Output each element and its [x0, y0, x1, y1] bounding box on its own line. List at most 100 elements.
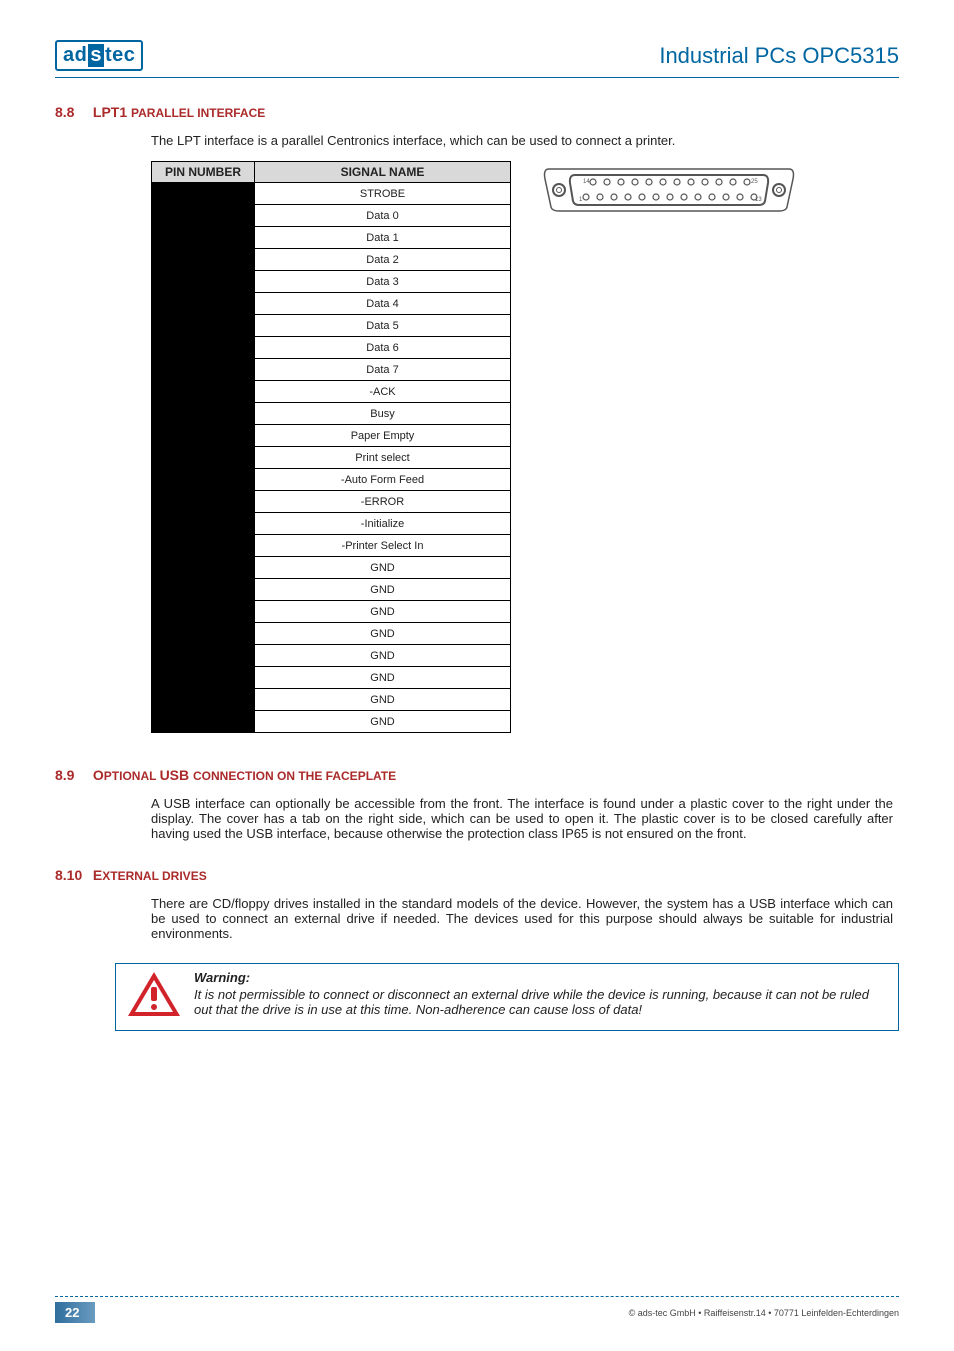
footer: 22 © ads-tec GmbH • Raiffeisenstr.14 • 7…	[55, 1302, 899, 1323]
section-number: 8.8	[55, 104, 89, 120]
table-row: Data 4	[152, 293, 511, 315]
warning-body: It is not permissible to connect or disc…	[194, 987, 886, 1017]
table-row: -Printer Select In	[152, 535, 511, 557]
pin-number-cell	[152, 403, 255, 425]
pin-number-cell	[152, 491, 255, 513]
dsub25-connector-diagram: 14 25 1 13	[539, 161, 799, 218]
pin-number-cell	[152, 513, 255, 535]
signal-name-cell: Paper Empty	[255, 425, 511, 447]
pin-number-cell	[152, 447, 255, 469]
document-title: Industrial PCs OPC5315	[659, 43, 899, 69]
logo-seg-2: s	[88, 44, 104, 67]
pin-number-cell	[152, 667, 255, 689]
pin-number-cell	[152, 689, 255, 711]
label-13: 13	[755, 197, 762, 203]
warning-box: Warning: It is not permissible to connec…	[115, 963, 899, 1031]
table-row: Data 5	[152, 315, 511, 337]
table-row: GND	[152, 557, 511, 579]
signal-name-cell: GND	[255, 667, 511, 689]
pin-number-cell	[152, 359, 255, 381]
t2: PTIONAL	[104, 769, 160, 783]
signal-name-cell: Data 3	[255, 271, 511, 293]
signal-name-cell: GND	[255, 711, 511, 733]
section-title-strong: LPT1	[93, 104, 131, 120]
pin-number-cell	[152, 315, 255, 337]
table-row: Data 1	[152, 227, 511, 249]
signal-name-cell: GND	[255, 601, 511, 623]
pin-number-cell	[152, 249, 255, 271]
signal-name-cell: GND	[255, 645, 511, 667]
table-row: Data 7	[152, 359, 511, 381]
signal-name-cell: -Auto Form Feed	[255, 469, 511, 491]
signal-name-cell: GND	[255, 623, 511, 645]
pin-number-cell	[152, 557, 255, 579]
signal-name-cell: Busy	[255, 403, 511, 425]
pin-number-cell	[152, 623, 255, 645]
table-row: Paper Empty	[152, 425, 511, 447]
signal-name-cell: Data 5	[255, 315, 511, 337]
signal-name-cell: GND	[255, 557, 511, 579]
table-row: Data 6	[152, 337, 511, 359]
page-number: 22	[55, 1302, 95, 1323]
pin-number-cell	[152, 645, 255, 667]
signal-name-cell: Data 7	[255, 359, 511, 381]
table-row: GND	[152, 689, 511, 711]
t2: XTERNAL DRIVES	[102, 869, 206, 883]
logo-seg-1: ad	[63, 44, 87, 67]
t4: CONNECTION ON THE FACEPLATE	[193, 769, 396, 783]
table-row: GND	[152, 667, 511, 689]
table-row: -ACK	[152, 381, 511, 403]
footer-copyright: © ads-tec GmbH • Raiffeisenstr.14 • 7077…	[629, 1308, 899, 1318]
table-row: GND	[152, 623, 511, 645]
label-25: 25	[751, 179, 758, 185]
table-row: GND	[152, 645, 511, 667]
header-row: adstec Industrial PCs OPC5315	[55, 40, 899, 71]
signal-name-cell: Data 0	[255, 205, 511, 227]
signal-name-cell: Print select	[255, 447, 511, 469]
table-row: Busy	[152, 403, 511, 425]
pin-table: PIN NUMBER SIGNAL NAME STROBEData 0Data …	[151, 161, 511, 733]
table-row: -Initialize	[152, 513, 511, 535]
pin-number-cell	[152, 271, 255, 293]
warning-icon	[126, 970, 182, 1020]
signal-name-cell: GND	[255, 689, 511, 711]
table-row: GND	[152, 711, 511, 733]
pin-number-cell	[152, 425, 255, 447]
section-8-9-body: A USB interface can optionally be access…	[151, 796, 893, 841]
signal-name-cell: STROBE	[255, 183, 511, 205]
t3: USB	[160, 767, 193, 783]
table-row: GND	[152, 579, 511, 601]
pin-number-cell	[152, 183, 255, 205]
table-row: Data 0	[152, 205, 511, 227]
table-row: Data 3	[152, 271, 511, 293]
section-8-8-intro: The LPT interface is a parallel Centroni…	[151, 133, 893, 148]
warning-text: Warning: It is not permissible to connec…	[194, 970, 886, 1020]
logo-seg-3: tec	[105, 44, 135, 67]
pin-number-cell	[152, 469, 255, 491]
table-row: STROBE	[152, 183, 511, 205]
pin-number-cell	[152, 337, 255, 359]
pin-header-number: PIN NUMBER	[152, 162, 255, 183]
header-rule	[55, 77, 899, 78]
section-title: OPTIONAL USB CONNECTION ON THE FACEPLATE	[93, 767, 396, 783]
pin-number-cell	[152, 293, 255, 315]
pin-number-cell	[152, 227, 255, 249]
warning-title: Warning:	[194, 970, 886, 985]
signal-name-cell: Data 2	[255, 249, 511, 271]
signal-name-cell: Data 4	[255, 293, 511, 315]
table-row: GND	[152, 601, 511, 623]
pin-number-cell	[152, 579, 255, 601]
table-row: Data 2	[152, 249, 511, 271]
table-row: -Auto Form Feed	[152, 469, 511, 491]
footer-rule	[55, 1296, 899, 1297]
signal-name-cell: Data 6	[255, 337, 511, 359]
t1: E	[93, 867, 102, 883]
pin-header-signal: SIGNAL NAME	[255, 162, 511, 183]
pin-number-cell	[152, 535, 255, 557]
pin-number-cell	[152, 381, 255, 403]
pin-table-area: PIN NUMBER SIGNAL NAME STROBEData 0Data …	[151, 161, 893, 733]
section-number: 8.10	[55, 867, 89, 883]
label-1: 1	[579, 197, 583, 203]
section-8-10-body: There are CD/floppy drives installed in …	[151, 896, 893, 941]
signal-name-cell: -ACK	[255, 381, 511, 403]
